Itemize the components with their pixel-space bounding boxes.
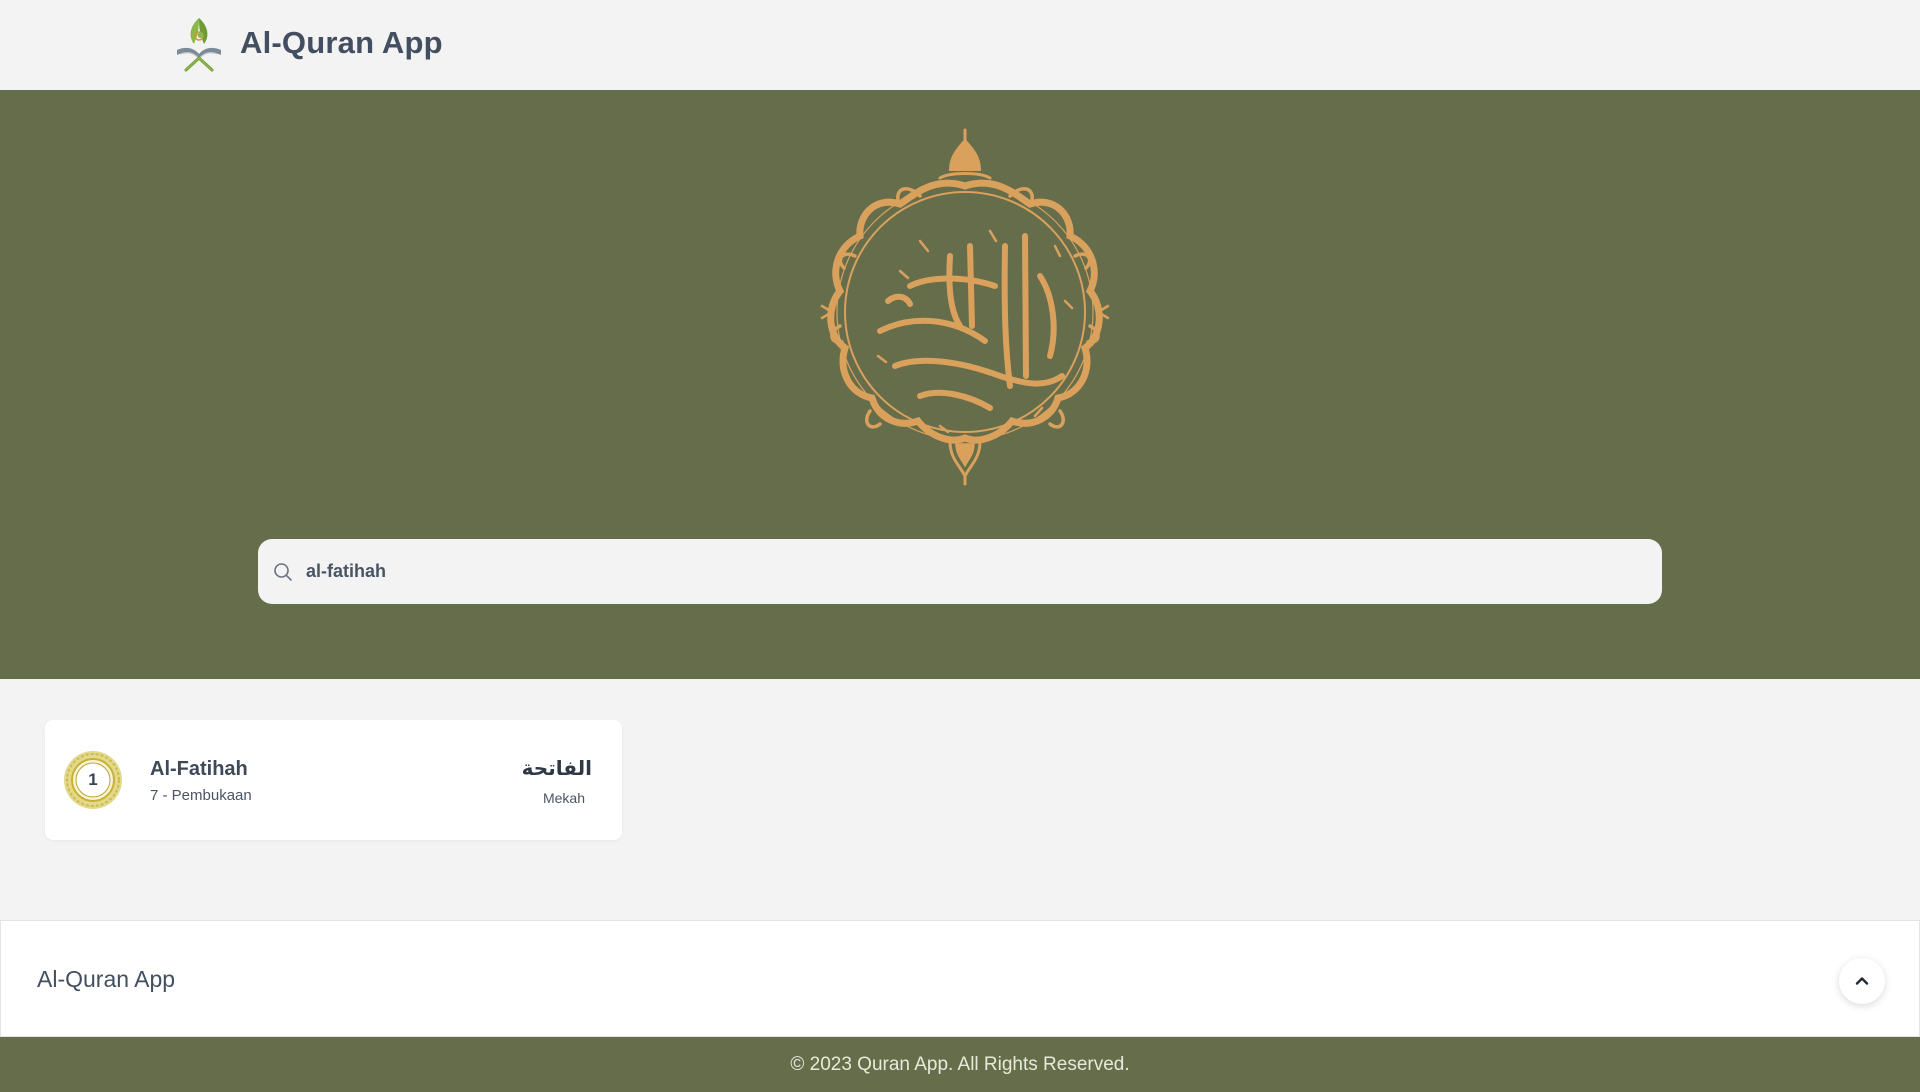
- search-box[interactable]: [258, 539, 1662, 604]
- brand-title: Al-Quran App: [240, 25, 443, 60]
- surah-name: Al-Fatihah: [150, 758, 248, 780]
- surah-card[interactable]: 1 Al-Fatihah 7 - Pembukaan الفاتحة Mekah: [45, 720, 622, 840]
- copyright-text: © 2023 Quran App. All Rights Reserved.: [790, 1053, 1130, 1075]
- surah-number-badge: 1: [63, 750, 123, 810]
- surah-number: 1: [88, 770, 98, 789]
- footer-brand: Al-Quran App: [37, 966, 176, 992]
- quran-book-logo-icon: [177, 18, 221, 72]
- chevron-up-icon: [1855, 977, 1869, 985]
- surah-meta: 7 - Pembukaan: [150, 787, 252, 804]
- surah-arabic-name: الفاتحة: [521, 756, 592, 780]
- hero-section: [0, 90, 1920, 679]
- search-input[interactable]: [306, 539, 1662, 604]
- search-icon: [274, 562, 292, 581]
- copyright-bar: © 2023 Quran App. All Rights Reserved.: [0, 1037, 1920, 1092]
- brand-link[interactable]: Al-Quran App: [172, 14, 443, 72]
- footer: Al-Quran App: [0, 920, 1920, 1037]
- surah-revelation-place: Mekah: [542, 790, 585, 806]
- scroll-to-top-button[interactable]: [1839, 958, 1885, 1004]
- al-quran-al-karim-calligraphy-emblem: [820, 128, 1110, 486]
- navbar: Al-Quran App: [0, 0, 1920, 90]
